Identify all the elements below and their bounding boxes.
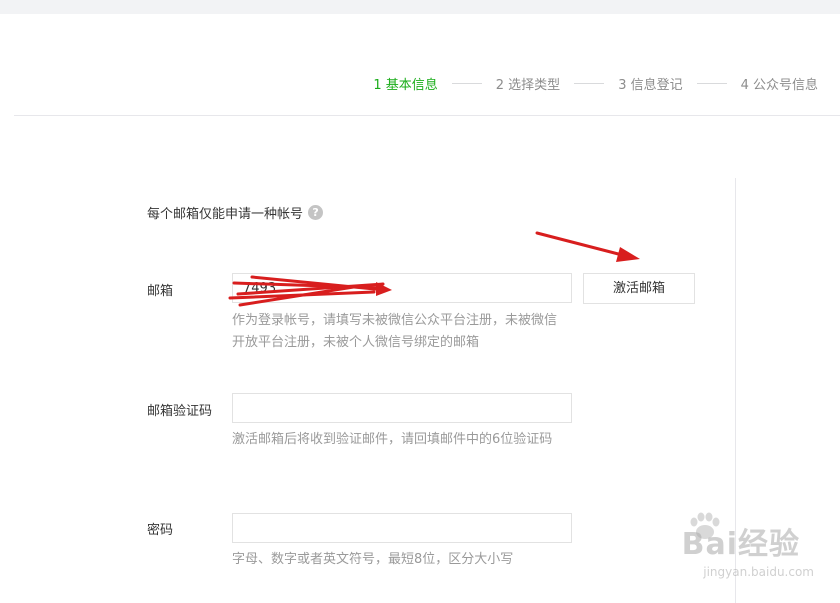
activate-email-button[interactable]: 激活邮箱 [583,273,695,304]
watermark-url: jingyan.baidu.com [703,565,814,579]
step-divider [696,83,727,84]
code-label: 邮箱验证码 [147,404,213,419]
top-bar [0,0,840,14]
password-tip: 字母、数字或者英文符号，最短8位，区分大小写 [232,552,514,567]
code-tip: 激活邮箱后将收到验证邮件，请回填邮件中的6位验证码 [232,432,553,447]
progress-steps: 1 基本信息 2 选择类型 3 信息登记 4 公众号信息 [373,74,818,93]
step-divider [574,83,605,84]
watermark-logo: Bai经验 [681,527,800,562]
email-tip: 作为登录帐号，请填写未被微信公众平台注册，未被微信开放平台注册，未被个人微信号绑… [232,313,558,350]
step-info-register: 3 信息登记 [618,78,683,93]
verification-code-input[interactable] [232,393,572,423]
arrow-to-button [535,231,628,258]
help-icon[interactable]: ? [308,205,324,220]
step-divider [451,83,482,84]
step-account-info: 4 公众号信息 [740,78,818,93]
header-divider [14,115,840,116]
notice-text: 每个邮箱仅能申请一种帐号 [147,207,304,222]
password-label: 密码 [147,523,174,538]
email-notice: 每个邮箱仅能申请一种帐号 ? [147,203,324,222]
email-input[interactable] [232,273,572,303]
step-basic-info: 1 基本信息 [373,78,438,93]
email-label: 邮箱 [147,284,174,299]
arrow-head-button [616,247,640,262]
password-input[interactable] [232,513,572,543]
step-select-type: 2 选择类型 [495,78,561,93]
